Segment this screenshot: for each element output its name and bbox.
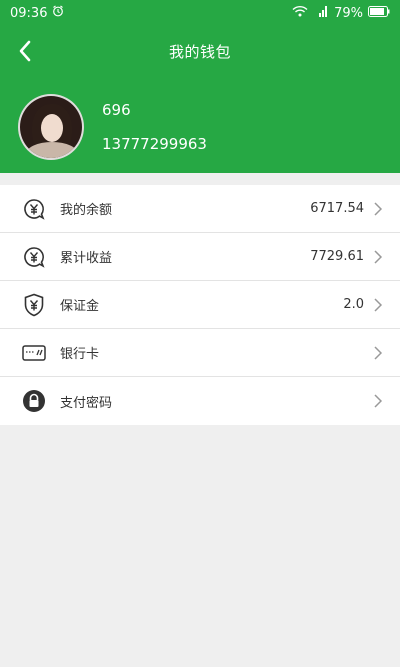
navbar: 我的钱包 xyxy=(0,26,400,76)
profile-section: 696 13777299963 xyxy=(0,76,400,160)
yuan-shield-icon xyxy=(22,293,46,317)
menu-item-value: 2.0 xyxy=(343,297,364,312)
menu-item-deposit[interactable]: 保证金 2.0 xyxy=(0,281,400,329)
status-bar: 09:36 79% xyxy=(0,0,400,26)
menu-item-earnings[interactable]: 累计收益 7729.61 xyxy=(0,233,400,281)
status-left: 09:36 xyxy=(10,5,64,21)
back-button[interactable] xyxy=(8,34,42,68)
menu-item-bank-card[interactable]: 银行卡 xyxy=(0,329,400,377)
menu-item-label: 我的余额 xyxy=(60,203,113,218)
menu-item-label: 支付密码 xyxy=(60,395,113,411)
status-right: 79% xyxy=(292,5,390,21)
yuan-bubble-icon xyxy=(22,197,46,221)
menu-item-label: 保证金 xyxy=(60,299,100,314)
battery-percent: 79% xyxy=(334,5,363,21)
menu-item-label: 银行卡 xyxy=(60,347,100,362)
back-arrow-icon xyxy=(19,40,31,62)
chevron-right-icon xyxy=(374,345,383,360)
avatar-shoulder xyxy=(26,142,78,158)
status-time: 09:36 xyxy=(10,5,48,21)
signal-icon xyxy=(313,5,329,21)
username: 696 xyxy=(102,101,131,119)
phone-number: 13777299963 xyxy=(102,135,207,153)
page-title: 我的钱包 xyxy=(168,42,231,61)
bank-card-icon xyxy=(22,341,46,365)
battery-icon xyxy=(368,5,390,21)
menu-item-pay-password[interactable]: 支付密码 xyxy=(0,377,400,425)
profile-info: 696 13777299963 xyxy=(102,101,207,153)
menu-item-value: 7729.61 xyxy=(310,249,364,264)
lock-icon xyxy=(22,389,46,413)
wifi-icon xyxy=(292,5,308,21)
chevron-right-icon xyxy=(374,394,383,408)
wallet-menu: 我的余额 6717.54 累计收益 7729.61 保证金 2.0 银行卡 支付… xyxy=(0,185,400,425)
chevron-right-icon xyxy=(374,297,383,312)
avatar[interactable] xyxy=(18,94,84,160)
menu-item-balance[interactable]: 我的余额 6717.54 xyxy=(0,185,400,233)
chevron-right-icon xyxy=(374,201,383,216)
chevron-right-icon xyxy=(374,249,383,264)
avatar-face xyxy=(41,114,63,142)
wallet-header: 09:36 79% 我的钱包 696 13777299963 xyxy=(0,0,400,173)
alarm-icon xyxy=(52,5,64,21)
yuan-bubble-icon xyxy=(22,245,46,269)
section-gap xyxy=(0,173,400,185)
menu-item-value: 6717.54 xyxy=(310,201,364,216)
menu-item-label: 累计收益 xyxy=(60,251,113,266)
